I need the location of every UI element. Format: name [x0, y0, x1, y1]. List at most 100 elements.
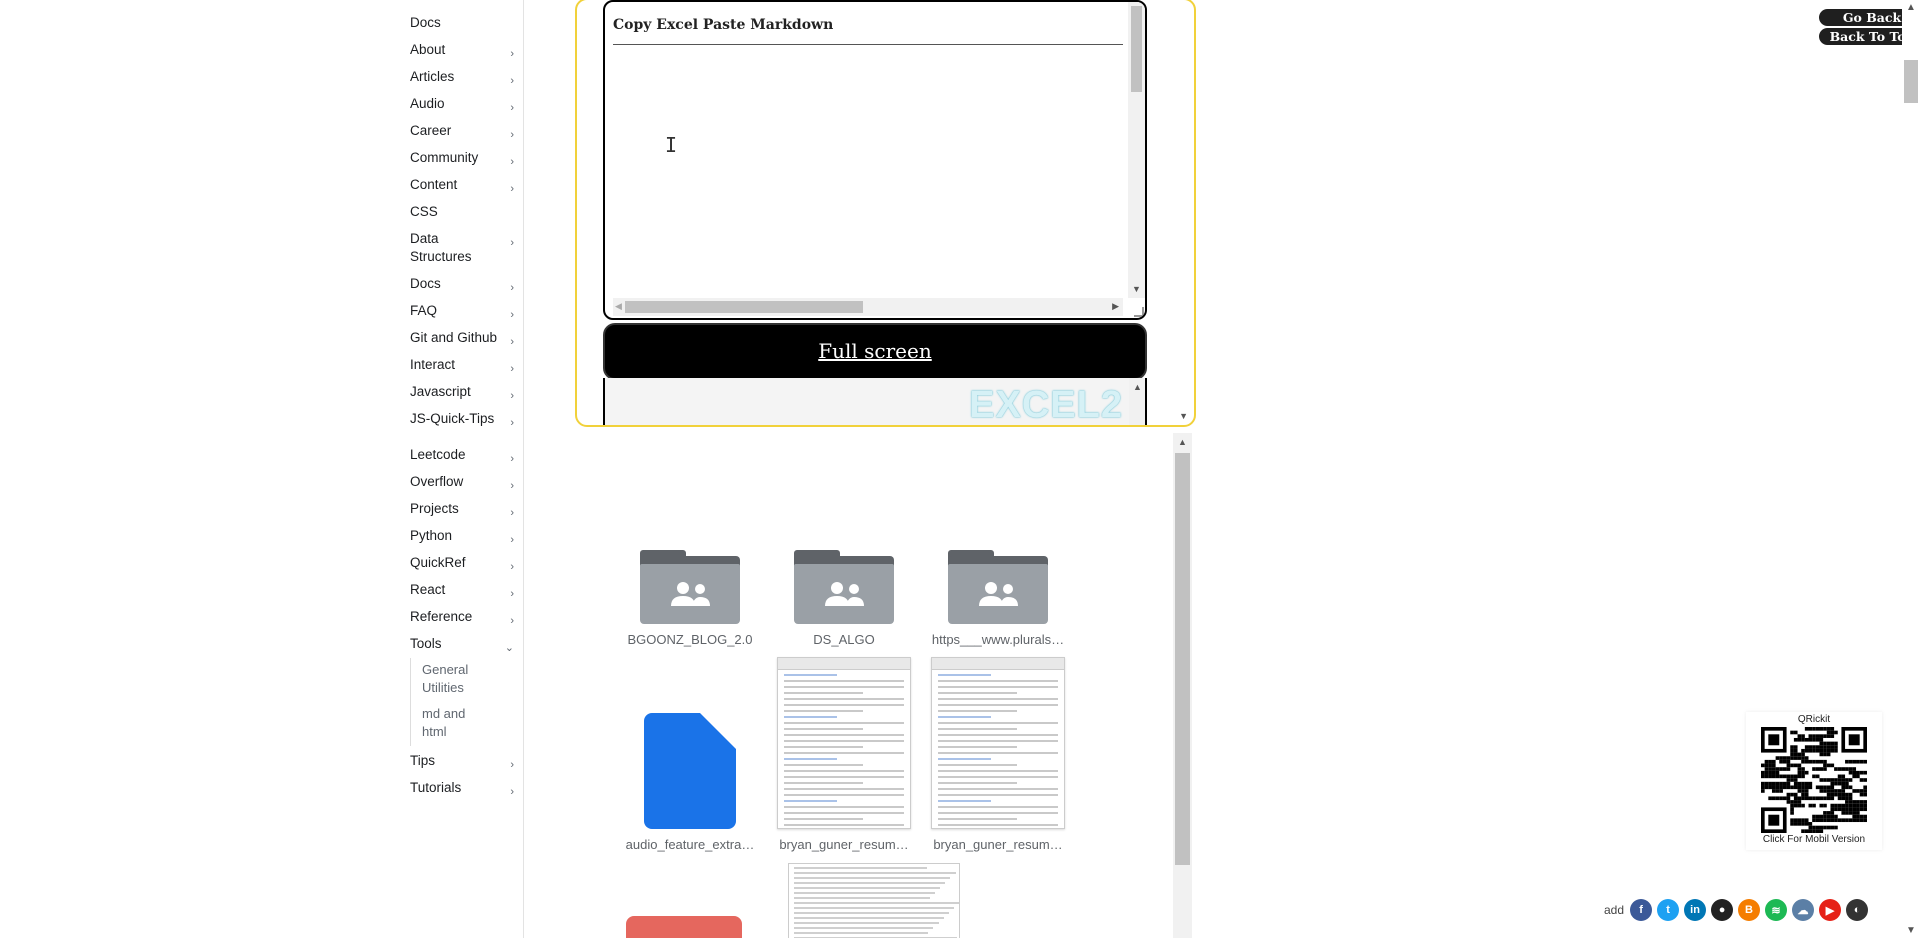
cloud-icon[interactable]: ☁ [1792, 899, 1815, 921]
resume-file-tile[interactable]: bryan_guner_resum… [928, 657, 1068, 852]
medium-icon[interactable]: ◐ [1846, 899, 1869, 921]
sidebar-item-docs[interactable]: Docs › [402, 271, 520, 298]
paste-textarea[interactable]: I [613, 44, 1123, 298]
chevron-right-icon[interactable]: › [510, 126, 514, 144]
scroll-thumb[interactable] [625, 301, 863, 313]
chevron-right-icon[interactable]: › [510, 612, 514, 630]
page-scroll-thumb[interactable] [1904, 60, 1918, 103]
sidebar-item-articles[interactable]: Articles › [402, 64, 520, 91]
sidebar-item-tools[interactable]: Tools ⌄ [402, 631, 520, 658]
chevron-right-icon[interactable]: › [510, 360, 514, 378]
sidebar-item-python[interactable]: Python › [402, 523, 520, 550]
sidebar-item-projects[interactable]: Projects › [402, 496, 520, 523]
sidebar-item-faq[interactable]: FAQ › [402, 298, 520, 325]
chevron-right-icon[interactable]: › [510, 99, 514, 117]
chevron-right-icon[interactable]: › [510, 387, 514, 405]
chevron-right-icon[interactable]: › [510, 477, 514, 495]
document-file-tile[interactable]: audio_feature_extra… [620, 713, 760, 852]
sidebar-item-label: Overflow [410, 474, 464, 489]
sidebar-item-label: About [410, 42, 446, 57]
scroll-left-arrow-icon[interactable]: ◀ [615, 301, 622, 312]
sidebar-item-label: Interact [410, 357, 456, 372]
page-scroll-down-arrow-icon[interactable]: ▼ [1906, 925, 1916, 936]
chevron-right-icon[interactable]: › [510, 756, 514, 774]
twitter-icon[interactable]: t [1657, 899, 1680, 921]
scroll-up-arrow-icon[interactable]: ▲ [1178, 437, 1187, 447]
editor-vertical-scrollbar[interactable]: ▼ [1128, 2, 1145, 298]
sidebar-item-leetcode[interactable]: Leetcode › [402, 442, 520, 469]
resume-thumbnail [931, 657, 1065, 829]
sidebar-item-quickref[interactable]: QuickRef › [402, 550, 520, 577]
sidebar-item-career[interactable]: Career › [402, 118, 520, 145]
sidebar-item-label: Docs [410, 276, 441, 291]
panel-scroll-down-arrow-icon[interactable]: ▼ [1179, 411, 1188, 421]
chevron-right-icon[interactable]: › [510, 72, 514, 90]
sidebar-item-react[interactable]: React › [402, 577, 520, 604]
scroll-thumb[interactable] [1131, 6, 1142, 92]
sidebar-item-community[interactable]: Community › [402, 145, 520, 172]
scroll-up-arrow-icon[interactable]: ▲ [1133, 382, 1142, 392]
blogger-icon[interactable]: B [1738, 899, 1761, 921]
page-scroll-up-arrow-icon[interactable]: ▲ [1906, 2, 1916, 13]
chevron-right-icon[interactable]: › [510, 504, 514, 522]
chevron-right-icon[interactable]: › [510, 414, 514, 432]
sidebar-item-css[interactable]: CSS [402, 199, 520, 226]
chevron-right-icon[interactable]: › [510, 234, 514, 252]
sidebar-item-audio[interactable]: Audio › [402, 91, 520, 118]
sidebar-item-label: CSS [410, 204, 438, 219]
sidebar-item-js-quick-tips[interactable]: JS-Quick-Tips › [402, 406, 520, 433]
fullscreen-button[interactable]: Full screen [603, 323, 1147, 380]
sidebar-item-docs[interactable]: Docs [402, 10, 520, 37]
chevron-right-icon[interactable]: › [510, 558, 514, 576]
scroll-thumb[interactable] [1175, 453, 1190, 865]
sidebar-item-javascript[interactable]: Javascript › [402, 379, 520, 406]
sidebar-item-label: Javascript [410, 384, 471, 399]
resize-grip-icon[interactable] [1134, 307, 1144, 317]
shared-folder-tile[interactable]: BGOONZ_BLOG_2.0 [620, 550, 760, 647]
sidebar-item-reference[interactable]: Reference › [402, 604, 520, 631]
editor-horizontal-scrollbar[interactable]: ◀ ▶ [613, 298, 1123, 316]
chevron-right-icon[interactable]: › [510, 153, 514, 171]
sidebar-item-overflow[interactable]: Overflow › [402, 469, 520, 496]
youtube-icon[interactable]: ▶ [1819, 899, 1842, 921]
page-scrollbar[interactable]: ▲ ▼ [1902, 0, 1920, 938]
chevron-right-icon[interactable]: › [510, 333, 514, 351]
sidebar-item-data-structures[interactable]: Data Structures › [402, 226, 520, 271]
chevron-right-icon[interactable]: › [510, 531, 514, 549]
document-thumbnail-partial[interactable] [788, 863, 960, 938]
chevron-right-icon[interactable]: › [510, 585, 514, 603]
qr-code-widget[interactable]: QRickit Click For Mobil Version [1746, 712, 1882, 850]
shared-people-icon [979, 582, 1018, 606]
sidebar-item-tips[interactable]: Tips › [402, 748, 520, 775]
scroll-right-arrow-icon[interactable]: ▶ [1112, 301, 1119, 312]
sidebar-item-about[interactable]: About › [402, 37, 520, 64]
file-thumbnail-partial[interactable] [626, 916, 742, 938]
chevron-right-icon[interactable]: › [510, 180, 514, 198]
sidebar-item-tutorials[interactable]: Tutorials › [402, 775, 520, 802]
chevron-right-icon[interactable]: › [510, 279, 514, 297]
sidebar-sublist-tools: General Utilities md and html [410, 658, 520, 746]
sidebar-item-interact[interactable]: Interact › [402, 352, 520, 379]
text-cursor-icon: I [665, 133, 678, 157]
sidebar-subitem-md-and-html[interactable]: md and html [422, 702, 482, 746]
sidebar-subitem-general-utilities[interactable]: General Utilities [422, 658, 482, 702]
github-icon[interactable]: ● [1711, 899, 1734, 921]
shared-folder-tile[interactable]: https___www.plurals… [928, 550, 1068, 647]
scroll-down-arrow-icon[interactable]: ▼ [1132, 284, 1141, 294]
preview-scrollbar[interactable]: ▲ [1129, 378, 1145, 425]
sidebar-item-content[interactable]: Content › [402, 172, 520, 199]
chevron-right-icon[interactable]: › [510, 45, 514, 63]
sidebar-item-git-and-github[interactable]: Git and Github › [402, 325, 520, 352]
resume-file-tile[interactable]: bryan_guner_resum… [774, 657, 914, 852]
spotify-icon[interactable]: ≋ [1765, 899, 1788, 921]
linkedin-icon[interactable]: in [1684, 899, 1707, 921]
chevron-right-icon[interactable]: › [510, 783, 514, 801]
editor-frame: Copy Excel Paste Markdown I ▼ ◀ ▶ [603, 0, 1147, 320]
chevron-right-icon[interactable]: › [510, 450, 514, 468]
sidebar-item-label: Community [410, 150, 479, 165]
facebook-icon[interactable]: f [1630, 899, 1653, 921]
files-scrollbar[interactable]: ▲ [1173, 433, 1192, 938]
chevron-down-icon[interactable]: ⌄ [505, 639, 514, 657]
chevron-right-icon[interactable]: › [510, 306, 514, 324]
shared-folder-tile[interactable]: DS_ALGO [774, 550, 914, 647]
